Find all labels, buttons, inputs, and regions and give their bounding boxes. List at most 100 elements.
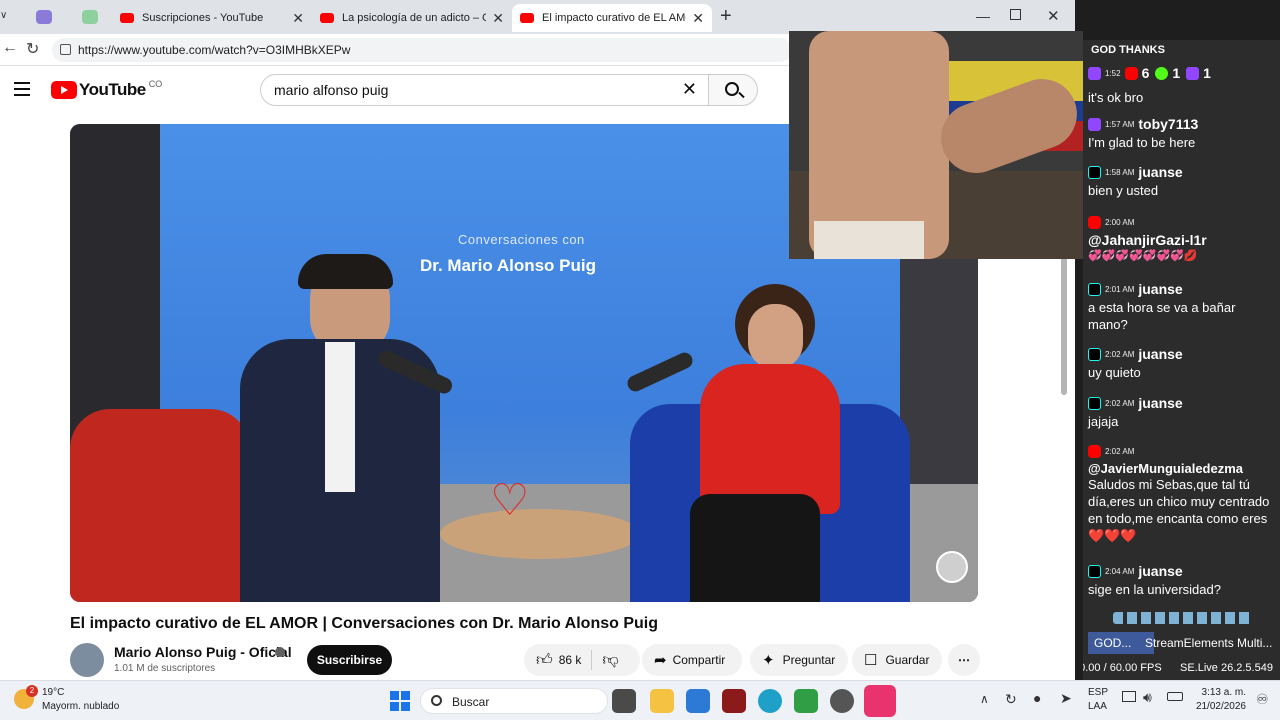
heart-sculpture-icon: ♡ xyxy=(490,476,530,525)
close-tab-icon[interactable]: ✕ xyxy=(692,10,704,27)
video-overlay-title: Dr. Mario Alonso Puig xyxy=(420,256,596,275)
chat-username: toby7113 xyxy=(1138,116,1199,132)
tab-psychology[interactable]: La psicología de un adicto – Carl J ✕ xyxy=(312,4,512,32)
hidden-icons-chevron-icon[interactable]: ∧ xyxy=(980,692,989,706)
like-dislike-group: 👍︎ 86 k 👎︎ xyxy=(524,644,640,676)
save-label: Guardar xyxy=(885,653,930,667)
back-icon[interactable]: ← xyxy=(2,39,18,57)
subscribe-button[interactable]: Suscribirse xyxy=(307,645,392,675)
volume-icon[interactable]: 🔊︎ xyxy=(1143,689,1152,706)
save-button[interactable]: ☐ Guardar xyxy=(852,644,942,676)
windows-taskbar: 2 19°C Mayorm. nublado Buscar ∧ ↻ ● ➤ ES… xyxy=(0,680,1280,720)
share-button[interactable]: ➦ Compartir xyxy=(642,644,742,676)
search-button[interactable] xyxy=(708,74,758,106)
chat-counter-row: 1:52 6 1 1 xyxy=(1088,63,1274,83)
close-tab-icon[interactable]: ✕ xyxy=(292,10,304,27)
edge-icon[interactable] xyxy=(758,689,782,713)
emote-strip xyxy=(1113,612,1253,624)
weather-temp[interactable]: 19°C xyxy=(42,687,64,698)
like-count[interactable]: 86 k xyxy=(559,653,582,667)
verified-icon xyxy=(275,647,285,657)
network-icon[interactable] xyxy=(1122,691,1136,702)
video-title: El impacto curativo de EL AMOR | Convers… xyxy=(70,615,658,632)
location-icon[interactable]: ➤ xyxy=(1060,690,1072,707)
sync-icon[interactable]: ↻ xyxy=(1005,691,1017,708)
input-language[interactable]: ESP xyxy=(1088,687,1108,698)
tiktok-live-studio-icon[interactable] xyxy=(864,685,896,717)
new-tab-icon[interactable]: + xyxy=(720,5,732,28)
chat-username: @JahanjirGazi-l1r xyxy=(1088,232,1207,248)
clock-time[interactable]: 3:13 a. m. xyxy=(1200,687,1246,698)
tab-active-video[interactable]: El impacto curativo de EL AMOR | ✕ xyxy=(512,4,712,32)
chat-header: GOD THANKS xyxy=(1091,44,1165,56)
clear-search-icon[interactable]: ✕ xyxy=(682,79,697,100)
bookmark-icon: ☐ xyxy=(864,652,878,669)
kick-icon xyxy=(1155,66,1169,80)
maximize-icon[interactable] xyxy=(1010,9,1021,20)
minimize-icon[interactable]: — xyxy=(976,8,990,24)
start-windows-icon[interactable] xyxy=(390,691,410,711)
notifications-bell-icon[interactable]: ♾ xyxy=(1256,691,1269,708)
channel-watermark-avatar[interactable] xyxy=(936,551,968,583)
tab-title: El impacto curativo de EL AMOR | xyxy=(542,12,686,24)
chat-message: 2:02 AM @JavierMunguialedezma Saludos mi… xyxy=(1088,441,1274,544)
channel-name[interactable]: Mario Alonso Puig - Oficial xyxy=(114,644,292,660)
close-window-icon[interactable]: ✕ xyxy=(1047,7,1060,25)
more-actions-icon[interactable]: ⋯ xyxy=(948,644,980,676)
weather-description[interactable]: Mayorm. nublado xyxy=(42,701,119,712)
fps-readout: 60.00 / 60.00 FPS xyxy=(1083,662,1162,674)
youtube-logo[interactable]: YouTube CO xyxy=(51,79,162,100)
chat-message: 1:57 AM toby7113 I'm glad to be here xyxy=(1088,114,1274,151)
pinned-tab-icon-2[interactable] xyxy=(82,10,98,24)
url-field[interactable]: https://www.youtube.com/watch?v=O3IMHBkX… xyxy=(52,38,792,62)
close-tab-icon[interactable]: ✕ xyxy=(492,10,504,27)
obs-icon[interactable] xyxy=(830,689,854,713)
youtube-play-logo-icon xyxy=(51,81,77,99)
chat-time: 2:02 AM xyxy=(1105,349,1135,359)
reload-icon[interactable]: ↻ xyxy=(26,39,39,59)
task-view-icon[interactable] xyxy=(612,689,636,713)
tab-bar: ∨ Suscripciones - YouTube ✕ La psicologí… xyxy=(0,0,1075,34)
tiktok-icon xyxy=(1088,396,1101,410)
chat-username: @JavierMunguialedezma xyxy=(1088,461,1244,476)
kick-viewer-count: 1 xyxy=(1172,65,1181,81)
chat-username: juanse xyxy=(1138,346,1183,362)
share-label: Compartir xyxy=(672,653,726,667)
like-icon[interactable]: 👍︎ xyxy=(536,651,553,670)
app-icon-red[interactable] xyxy=(722,689,746,713)
subscriber-count: 1.01 M de suscriptores xyxy=(114,663,216,674)
taskbar-search-box[interactable]: Buscar xyxy=(420,688,608,714)
tiktok-icon xyxy=(1088,282,1101,296)
battery-icon[interactable] xyxy=(1167,692,1183,701)
chat-time: 1:58 AM xyxy=(1105,167,1135,177)
microphone-icon[interactable]: ● xyxy=(1033,690,1041,706)
dock-tab-streamelements[interactable]: StreamElements Multi... xyxy=(1145,632,1275,654)
woman-legs xyxy=(690,494,820,602)
share-icon: ➦ xyxy=(654,652,667,669)
video-overlay-subtitle: Conversaciones con xyxy=(458,232,585,247)
menu-icon[interactable] xyxy=(14,82,30,96)
youtube-icon xyxy=(1124,66,1138,80)
chat-message: 2:02 AM juanse uy quieto xyxy=(1088,344,1274,381)
chat-username: juanse xyxy=(1138,164,1183,180)
taskbar-search-label: Buscar xyxy=(452,695,490,709)
store-icon[interactable] xyxy=(686,689,710,713)
ask-button[interactable]: ✦ Preguntar xyxy=(750,644,848,676)
channel-avatar[interactable] xyxy=(70,643,104,677)
man-hair xyxy=(298,254,393,289)
tab-list-chevron-icon[interactable]: ∨ xyxy=(0,10,7,21)
search-icon xyxy=(725,82,739,96)
app-icon-green[interactable] xyxy=(794,689,818,713)
site-info-icon[interactable] xyxy=(60,44,71,55)
dislike-icon[interactable]: 👎︎ xyxy=(602,651,618,670)
search-input[interactable]: mario alfonso puig ✕ xyxy=(260,74,710,106)
youtube-icon xyxy=(1088,215,1101,229)
tiktok-icon xyxy=(1088,347,1101,361)
chat-message: 2:00 AM @JahanjirGazi-l1r 💞💞💞💞💞💞💞💋 xyxy=(1088,212,1274,265)
tab-subscriptions[interactable]: Suscripciones - YouTube ✕ xyxy=(112,4,312,32)
file-explorer-icon[interactable] xyxy=(650,689,674,713)
input-layout[interactable]: LAA xyxy=(1088,701,1107,712)
clock-date[interactable]: 21/02/2026 xyxy=(1192,701,1246,712)
pinned-tab-icon[interactable] xyxy=(36,10,52,24)
chat-message: 1:58 AM juanse bien y usted xyxy=(1088,162,1274,199)
